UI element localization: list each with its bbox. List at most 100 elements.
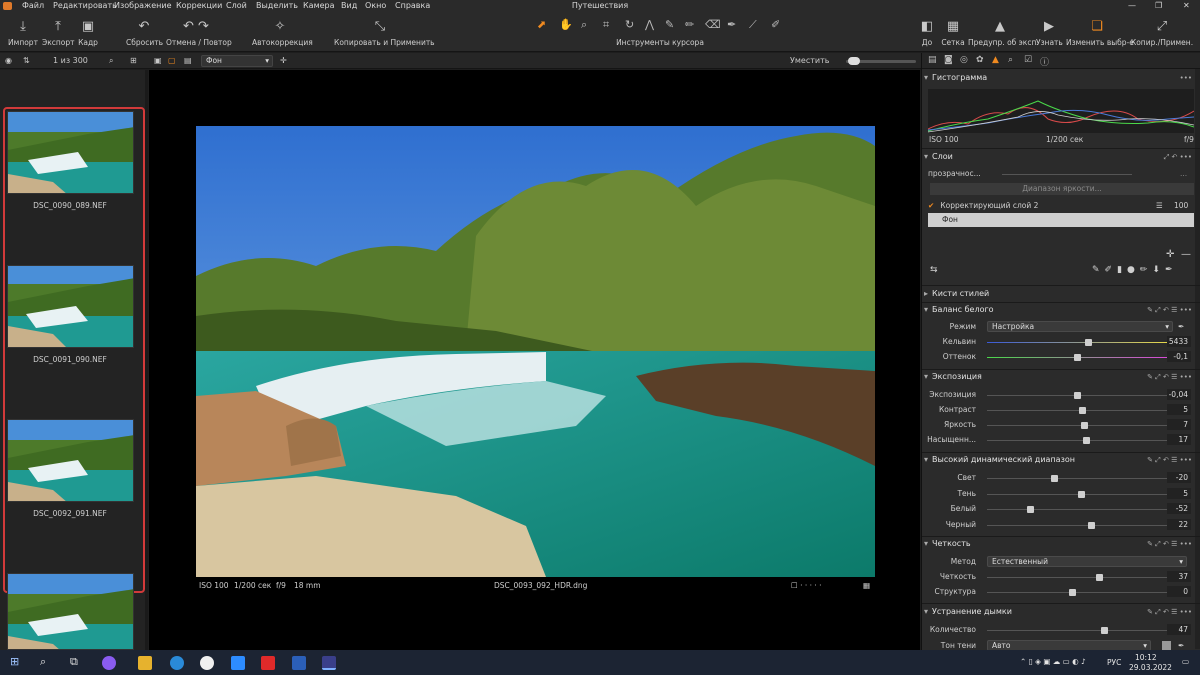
slider-handle[interactable] [1096, 574, 1103, 581]
slider-value[interactable]: 0 [1167, 586, 1191, 597]
eyedropper-icon[interactable]: ✒ [1178, 320, 1184, 334]
menu-select[interactable]: Выделить [256, 0, 298, 12]
section-ops-icon[interactable]: ✎ ⤢ ↶ ☰ ••• [1147, 605, 1192, 619]
learn-button[interactable]: ▶ Узнать [1036, 18, 1063, 47]
white-balance-header[interactable]: ▾ Баланс белого ✎ ⤢ ↶ ☰ ••• [924, 303, 1194, 317]
keystone-icon[interactable]: ⋀ [645, 18, 654, 31]
add-layer-icon[interactable]: ✛ [1166, 249, 1174, 260]
brush-icon[interactable]: ✏ [685, 18, 694, 31]
layer-checkbox-icon[interactable]: ✔ [928, 201, 934, 210]
opacity-slider[interactable] [1002, 174, 1132, 175]
wb-mode-select[interactable]: Настройка ▾ [987, 321, 1173, 332]
copy-apply-right-button[interactable]: ⤢ Копир./Примен. [1130, 18, 1194, 47]
layer-tools-icon[interactable]: ✎✐▮●✏⬇✒ [1092, 265, 1178, 275]
gradient-icon[interactable]: ⟋ [749, 18, 757, 32]
section-ops-icon[interactable]: ✎ ⤢ ↶ ☰ ••• [1147, 537, 1192, 551]
menu-edit[interactable]: Редактировать [53, 0, 117, 12]
select-cursor-icon[interactable]: ⬈ [537, 18, 546, 31]
clock-date[interactable]: 29.03.2022 [1129, 663, 1172, 672]
search-icon[interactable]: ⌕ [40, 655, 46, 669]
slider-handle[interactable] [1074, 392, 1081, 399]
loupe-icon[interactable]: ⌕ [581, 18, 587, 32]
capture-one-taskbar-icon[interactable] [322, 656, 336, 670]
youtube-icon[interactable] [261, 656, 275, 670]
tone-color-swatch[interactable] [1162, 641, 1171, 650]
thumbnail-3[interactable] [7, 419, 134, 502]
slider-track[interactable] [987, 630, 1167, 631]
compare-icon[interactable]: ▤ [184, 53, 192, 69]
slider-track[interactable] [987, 342, 1167, 343]
fit-label[interactable]: Уместить [790, 53, 829, 69]
slider-track[interactable] [987, 425, 1167, 426]
pan-icon[interactable]: ✋ [559, 18, 573, 31]
layer-adjustment-2[interactable]: ✔Корректирующий слой 2 ☰ 100 % [928, 199, 1194, 224]
clarity-header[interactable]: ▾ Четкость ✎ ⤢ ↶ ☰ ••• [924, 537, 1194, 551]
alice-icon[interactable] [102, 656, 116, 670]
slider-track[interactable] [987, 577, 1167, 578]
exposure-tab-icon[interactable]: ▲ [992, 55, 999, 65]
menu-layer[interactable]: Слой [226, 0, 247, 12]
menu-file[interactable]: Файл [22, 0, 44, 12]
slider-value[interactable]: 5433 [1167, 336, 1191, 347]
meta-tab-icon[interactable]: ☑ [1024, 55, 1032, 65]
word-icon[interactable] [292, 656, 306, 670]
exposure-header[interactable]: ▾ Экспозиция ✎ ⤢ ↶ ☰ ••• [924, 370, 1194, 384]
layer-select[interactable]: Фон ▾ [201, 55, 273, 67]
crop-tool-icon[interactable]: ⌗ [603, 18, 609, 32]
dehaze-header[interactable]: ▾ Устранение дымки ✎ ⤢ ↶ ☰ ••• [924, 605, 1194, 619]
layer-background[interactable]: Фон [928, 213, 1194, 227]
lens-tab-icon[interactable]: ◎ [960, 55, 968, 65]
hdr-header[interactable]: ▾ Высокий динамический диапазон ✎ ⤢ ↶ ☰ •… [924, 453, 1194, 467]
slider-handle[interactable] [1083, 437, 1090, 444]
slider-value[interactable]: 17 [1167, 434, 1191, 445]
section-ops-icon[interactable]: ✎ ⤢ ↶ ☰ ••• [1147, 453, 1192, 467]
menu-adjustments[interactable]: Коррекции [176, 0, 222, 12]
picker-icon[interactable]: ✒ [727, 18, 736, 31]
maximize-icon[interactable]: ❐ [1155, 0, 1162, 12]
luma-range-button[interactable]: Диапазон яркости... [930, 183, 1194, 195]
sort-icon[interactable]: ⇅ [23, 53, 30, 69]
grid-button[interactable]: ▦ Сетка [940, 18, 966, 47]
panel-scrollbar[interactable] [1195, 69, 1200, 649]
browser-grid-icon[interactable]: ⊞ [130, 53, 137, 69]
minimize-icon[interactable]: — [1128, 0, 1136, 12]
crop-button[interactable]: ▣ Кадр [78, 18, 98, 47]
slider-track[interactable] [987, 524, 1167, 526]
spot-icon[interactable]: ✎ [665, 18, 674, 31]
copy-apply-button[interactable]: ⤡ Копировать и Применить [334, 18, 435, 47]
clarity-method-select[interactable]: Естественный ▾ [987, 556, 1187, 567]
color-picker-icon[interactable]: ✐ [771, 18, 780, 31]
menu-view[interactable]: Вид [341, 0, 357, 12]
exposure-warning-button[interactable]: ▲ Предупр. об эксп. [968, 18, 1039, 47]
slider-handle[interactable] [1101, 627, 1108, 634]
library-tab-icon[interactable]: ▤ [928, 55, 937, 65]
slider-track[interactable] [987, 592, 1167, 593]
autocorrect-button[interactable]: ✧ Автокоррекция [252, 18, 313, 47]
menu-window[interactable]: Окно [365, 0, 386, 12]
thumbnail-4[interactable] [7, 573, 134, 650]
slider-handle[interactable] [1081, 422, 1088, 429]
single-view-icon[interactable]: ▣ [154, 53, 162, 69]
file-explorer-icon[interactable] [138, 656, 152, 670]
main-photo[interactable] [196, 126, 875, 577]
layer-ops-icon[interactable]: ⤢ ↶ ••• [1164, 150, 1192, 164]
slider-value[interactable]: 5 [1167, 404, 1191, 415]
color-tag-icon[interactable]: ▦ [863, 581, 870, 590]
zoom-slider-handle[interactable] [848, 57, 860, 65]
slider-value[interactable]: 7 [1167, 419, 1191, 430]
viewer-mode-icon[interactable]: ▢ [168, 53, 176, 69]
slider-handle[interactable] [1088, 521, 1095, 529]
import-button[interactable]: ⤓ Импорт [8, 18, 38, 47]
notifications-icon[interactable]: ▭ [1182, 657, 1189, 666]
rating-icon[interactable]: ☐ · · · · · [791, 581, 822, 590]
slider-track[interactable] [987, 478, 1167, 479]
windows-start-icon[interactable]: ⊞ [10, 655, 19, 668]
eraser-icon[interactable]: ⌫ [705, 18, 721, 31]
slider-value[interactable]: -20 [1167, 472, 1191, 483]
info-tab-icon[interactable]: ⓘ [1040, 55, 1049, 68]
remove-layer-icon[interactable]: — [1181, 249, 1191, 260]
search-icon[interactable]: ⌕ [109, 53, 113, 69]
menu-image[interactable]: Изображение [114, 0, 172, 12]
section-ops-icon[interactable]: ✎ ⤢ ↶ ☰ ••• [1147, 370, 1192, 384]
thumbnail-1[interactable] [7, 111, 134, 194]
